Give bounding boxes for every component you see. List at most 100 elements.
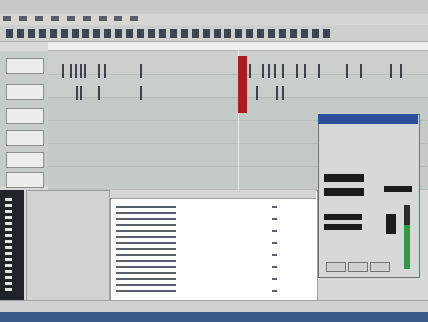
menu-item[interactable]	[3, 16, 11, 21]
tool-button[interactable]	[169, 29, 177, 38]
tool-button[interactable]	[137, 29, 145, 38]
piano-key[interactable]	[5, 252, 12, 255]
tool-button[interactable]	[202, 29, 210, 38]
apply-button[interactable]	[370, 262, 390, 272]
midi-event[interactable]	[360, 64, 362, 78]
tool-button[interactable]	[49, 29, 57, 38]
piano-key[interactable]	[5, 198, 12, 201]
list-row[interactable]	[116, 206, 176, 208]
value-field[interactable]	[324, 214, 362, 220]
tool-button[interactable]	[82, 29, 90, 38]
midi-event[interactable]	[304, 64, 306, 78]
track-header[interactable]	[6, 130, 44, 146]
menu-item[interactable]	[34, 16, 43, 21]
tool-button[interactable]	[93, 29, 101, 38]
midi-event[interactable]	[140, 86, 142, 100]
tool-button[interactable]	[180, 29, 188, 38]
midi-event[interactable]	[80, 86, 82, 100]
tool-button[interactable]	[235, 29, 243, 38]
piano-key[interactable]	[5, 276, 12, 279]
midi-event[interactable]	[282, 64, 284, 78]
tool-button[interactable]	[6, 29, 13, 38]
piano-key[interactable]	[5, 240, 12, 243]
midi-event[interactable]	[262, 64, 264, 78]
midi-event[interactable]	[282, 86, 284, 100]
tool-button[interactable]	[279, 29, 287, 38]
piano-key[interactable]	[5, 258, 12, 261]
tool-button[interactable]	[322, 29, 330, 38]
tool-button[interactable]	[104, 29, 112, 38]
tool-button[interactable]	[311, 29, 319, 38]
tool-button[interactable]	[268, 29, 276, 38]
tool-button[interactable]	[60, 29, 68, 38]
tool-button[interactable]	[289, 29, 297, 38]
piano-key[interactable]	[5, 228, 12, 231]
tool-button[interactable]	[300, 29, 308, 38]
piano-key[interactable]	[5, 270, 12, 273]
tool-button[interactable]	[71, 29, 79, 38]
list-row[interactable]	[116, 260, 176, 262]
menu-item[interactable]	[18, 16, 27, 21]
list-row[interactable]	[116, 218, 176, 220]
dialog-titlebar[interactable]	[318, 114, 418, 124]
menu-item[interactable]	[82, 16, 91, 21]
tool-button[interactable]	[246, 29, 254, 38]
midi-event[interactable]	[276, 86, 278, 100]
piano-key[interactable]	[5, 282, 12, 285]
midi-event[interactable]	[84, 64, 86, 78]
menu-item[interactable]	[130, 16, 139, 21]
midi-event[interactable]	[400, 64, 402, 78]
piano-key[interactable]	[5, 210, 12, 213]
selected-region[interactable]	[238, 56, 247, 113]
tool-button[interactable]	[213, 29, 221, 38]
value-field[interactable]	[324, 174, 364, 182]
track-header[interactable]	[6, 172, 44, 188]
cancel-button[interactable]	[348, 262, 368, 272]
tool-button[interactable]	[27, 29, 35, 38]
piano-key[interactable]	[5, 264, 12, 267]
piano-key[interactable]	[5, 204, 12, 207]
tool-button[interactable]	[224, 29, 232, 38]
ok-button[interactable]	[326, 262, 346, 272]
midi-event[interactable]	[62, 64, 64, 78]
list-row[interactable]	[116, 230, 176, 232]
midi-event[interactable]	[274, 64, 276, 78]
track-header[interactable]	[6, 58, 44, 74]
tool-button[interactable]	[115, 29, 123, 38]
midi-event[interactable]	[98, 64, 100, 78]
menu-item[interactable]	[50, 16, 59, 21]
midi-event[interactable]	[75, 64, 77, 78]
piano-key[interactable]	[5, 222, 12, 225]
value-field[interactable]	[384, 186, 412, 192]
midi-event[interactable]	[98, 86, 100, 100]
value-field[interactable]	[324, 188, 364, 196]
piano-key[interactable]	[5, 288, 12, 291]
midi-event[interactable]	[104, 64, 106, 78]
list-row[interactable]	[116, 290, 176, 292]
piano-key[interactable]	[5, 234, 12, 237]
list-row[interactable]	[116, 248, 176, 250]
tool-button[interactable]	[16, 29, 24, 38]
piano-key[interactable]	[5, 216, 12, 219]
midi-event[interactable]	[268, 64, 270, 78]
tool-button[interactable]	[158, 29, 166, 38]
list-row[interactable]	[116, 212, 176, 214]
piano-keys[interactable]	[0, 190, 24, 300]
midi-event[interactable]	[318, 64, 320, 78]
tool-button[interactable]	[38, 29, 46, 38]
midi-event[interactable]	[390, 64, 392, 78]
list-row[interactable]	[116, 266, 176, 268]
list-row[interactable]	[116, 284, 176, 286]
list-row[interactable]	[116, 254, 176, 256]
list-row[interactable]	[116, 278, 176, 280]
piano-key[interactable]	[5, 246, 12, 249]
list-row[interactable]	[116, 272, 176, 274]
list-row[interactable]	[116, 224, 176, 226]
menu-item[interactable]	[98, 16, 107, 21]
midi-event[interactable]	[80, 64, 82, 78]
tool-button[interactable]	[126, 29, 134, 38]
midi-event[interactable]	[256, 86, 258, 100]
midi-event[interactable]	[249, 64, 251, 78]
midi-event[interactable]	[296, 64, 298, 78]
menu-item[interactable]	[114, 16, 123, 21]
